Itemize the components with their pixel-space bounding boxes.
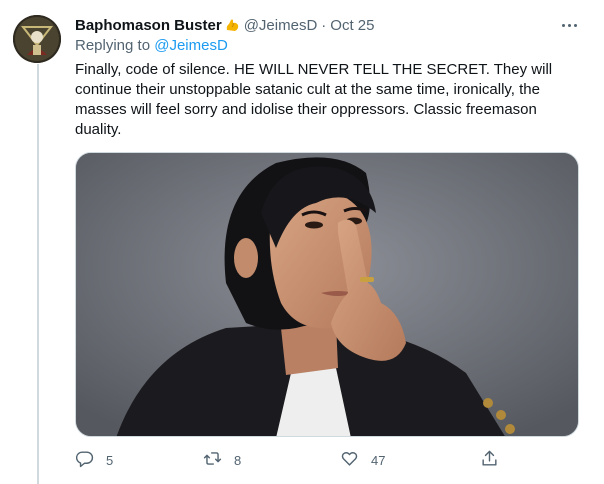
separator-dot: · [321,16,327,34]
flexed-biceps-emoji [224,17,240,33]
tweet[interactable]: Baphomason Buster @JeimesD · Oct 25 Repl… [0,0,604,484]
reply-button[interactable]: 5 [75,448,113,472]
share-button[interactable] [480,448,499,472]
replying-to-mention[interactable]: @JeimesD [154,37,228,54]
like-icon [340,449,359,471]
reply-icon [75,449,94,471]
like-count: 47 [371,452,386,468]
display-name[interactable]: Baphomason Buster [75,17,222,34]
tweet-header: Baphomason Buster @JeimesD · Oct 25 [75,15,374,35]
avatar[interactable] [13,15,61,63]
reply-count: 5 [106,452,114,468]
retweet-icon [203,449,222,471]
share-icon [480,449,499,471]
action-bar: 5 8 47 [75,448,515,472]
replying-to-label: Replying to [75,37,151,54]
replying-to: Replying to @JeimesD [75,37,228,54]
retweet-count: 8 [234,452,242,468]
tweet-date[interactable]: Oct 25 [330,17,374,34]
thread-line [37,64,39,484]
more-icon[interactable] [558,14,580,36]
tweet-text: Finally, code of silence. HE WILL NEVER … [75,61,553,138]
handle[interactable]: @JeimesD [244,17,318,34]
retweet-button[interactable]: 8 [203,448,241,472]
tweet-photo[interactable] [75,152,579,437]
like-button[interactable]: 47 [340,448,385,472]
